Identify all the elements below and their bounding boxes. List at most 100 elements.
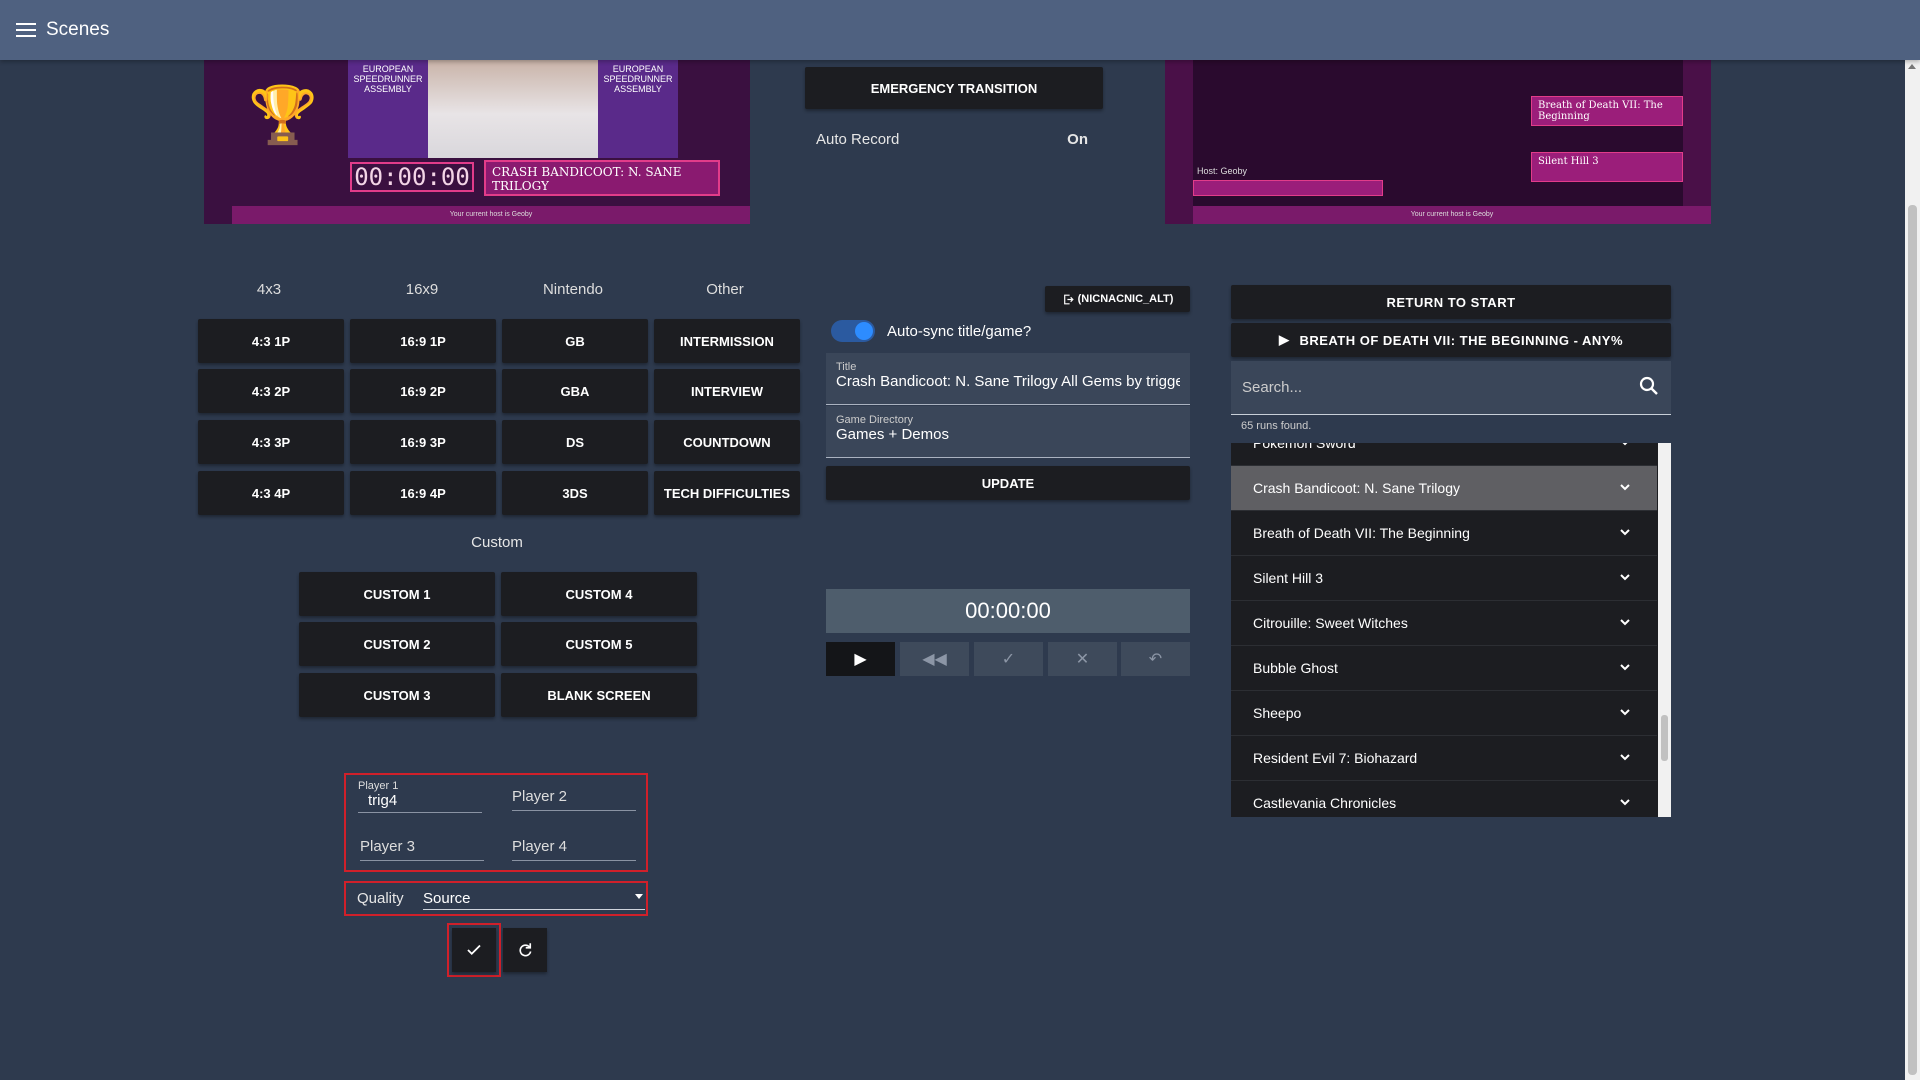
- play-button[interactable]: ▶: [826, 642, 895, 676]
- emergency-transition-button[interactable]: EMERGENCY TRANSITION: [805, 67, 1103, 109]
- preview-run-item: Silent Hill 3: [1531, 152, 1683, 182]
- refresh-icon: [519, 943, 532, 957]
- runs-list-scrollbar[interactable]: [1658, 443, 1671, 817]
- chevron-down-icon: [1620, 574, 1630, 581]
- custom-3-button[interactable]: CUSTOM 3: [299, 673, 495, 717]
- blank-screen-button[interactable]: BLANK SCREEN: [501, 673, 697, 717]
- quality-select[interactable]: Source: [423, 886, 645, 910]
- auto-record-label: Auto Record: [816, 131, 900, 148]
- chevron-down-icon: [1620, 799, 1630, 806]
- preview-program: EUROPEAN SPEEDRUNNER ASSEMBLY EUROPEAN S…: [204, 60, 750, 224]
- list-item[interactable]: Breath of Death VII: The Beginning: [1231, 511, 1657, 556]
- chevron-down-icon: [1620, 484, 1630, 491]
- play-icon: ▶: [1278, 332, 1290, 347]
- column-head-nintendo: Nintendo: [542, 281, 604, 298]
- column-head-16x9: 16x9: [405, 281, 439, 298]
- quality-label: Quality: [357, 890, 404, 907]
- auto-record-value[interactable]: On: [1067, 131, 1088, 148]
- run-timer: 00:00:00: [826, 589, 1190, 633]
- preview-footer: Your current host is Geoby: [232, 206, 750, 224]
- close-icon: ✕: [1075, 651, 1090, 668]
- play-icon: ▶: [854, 651, 867, 668]
- preview-game-title: CRASH BANDICOOT: N. SANE TRILOGY: [484, 160, 720, 196]
- refresh-button[interactable]: [503, 928, 547, 972]
- preview-timer: 00:00:00: [350, 162, 474, 192]
- webcam-feed: [428, 60, 598, 158]
- runs-count: 65 runs found.: [1241, 420, 1312, 432]
- scene-button-gba[interactable]: GBA: [502, 369, 648, 413]
- check-icon: [467, 944, 481, 956]
- player-4-field[interactable]: Player 4: [512, 838, 636, 861]
- rewind-icon: ◀◀: [922, 651, 947, 668]
- column-head-4x3: 4x3: [256, 281, 282, 298]
- player-2-field[interactable]: Player 2: [512, 788, 636, 811]
- scene-button-4x3-2p[interactable]: 4:3 2P: [198, 369, 344, 413]
- custom-5-button[interactable]: CUSTOM 5: [501, 622, 697, 666]
- preview-host: Host: Geoby: [1197, 166, 1248, 176]
- custom-1-button[interactable]: CUSTOM 1: [299, 572, 495, 616]
- player-3-field[interactable]: Player 3: [360, 838, 484, 861]
- finish-button[interactable]: ✓: [974, 642, 1043, 676]
- scene-button-ds[interactable]: DS: [502, 420, 648, 464]
- current-run-button[interactable]: ▶ BREATH OF DEATH VII: THE BEGINNING - A…: [1231, 323, 1671, 357]
- scene-button-gb[interactable]: GB: [502, 319, 648, 363]
- logout-icon: [1063, 294, 1074, 304]
- scene-button-16x9-1p[interactable]: 16:9 1P: [350, 319, 496, 363]
- player-1-field[interactable]: Player 1 trig4: [358, 780, 482, 813]
- preview-bar: [1193, 180, 1383, 196]
- search-icon[interactable]: [1637, 374, 1661, 398]
- list-item[interactable]: Crash Bandicoot: N. Sane Trilogy: [1231, 466, 1657, 511]
- page-title: Scenes: [46, 19, 110, 40]
- check-icon: ✓: [1001, 651, 1016, 668]
- scene-button-16x9-4p[interactable]: 16:9 4P: [350, 471, 496, 515]
- chevron-down-icon: [1622, 443, 1628, 446]
- chevron-down-icon: [1620, 664, 1630, 671]
- update-button[interactable]: UPDATE: [826, 466, 1190, 500]
- runs-list: Pokemon Sword Crash Bandicoot: N. Sane T…: [1231, 443, 1671, 817]
- list-item[interactable]: Bubble Ghost: [1231, 646, 1657, 691]
- list-item[interactable]: Silent Hill 3: [1231, 556, 1657, 601]
- column-head-other: Other: [706, 281, 744, 298]
- game-directory-field[interactable]: Game Directory Games + Demos: [826, 406, 1190, 458]
- page-scrollbar[interactable]: [1905, 60, 1920, 1080]
- menu-icon[interactable]: [16, 23, 36, 37]
- preview-banner-left: EUROPEAN SPEEDRUNNER ASSEMBLY: [348, 60, 428, 158]
- list-item[interactable]: Castlevania Chronicles: [1231, 781, 1657, 817]
- rewind-button[interactable]: ◀◀: [900, 642, 969, 676]
- app-bar: Scenes: [0, 0, 1920, 60]
- scene-button-4x3-4p[interactable]: 4:3 4P: [198, 471, 344, 515]
- confirm-button[interactable]: [452, 928, 496, 972]
- return-to-start-button[interactable]: RETURN TO START: [1231, 285, 1671, 319]
- auto-record-row: Auto Record On: [816, 131, 1088, 148]
- list-item[interactable]: Sheepo: [1231, 691, 1657, 736]
- scene-button-3ds[interactable]: 3DS: [502, 471, 648, 515]
- chevron-down-icon: [1620, 619, 1630, 626]
- autosync-toggle[interactable]: [831, 320, 875, 342]
- title-field[interactable]: Title Crash Bandicoot: N. Sane Trilogy A…: [826, 353, 1190, 405]
- undo-icon: ↶: [1148, 651, 1163, 668]
- scene-button-intermission[interactable]: INTERMISSION: [654, 319, 800, 363]
- scene-button-4x3-3p[interactable]: 4:3 3P: [198, 420, 344, 464]
- preview-banner-right: EUROPEAN SPEEDRUNNER ASSEMBLY: [598, 60, 678, 158]
- list-item[interactable]: Resident Evil 7: Biohazard: [1231, 736, 1657, 781]
- list-item[interactable]: Citrouille: Sweet Witches: [1231, 601, 1657, 646]
- search-field[interactable]: Search...: [1231, 361, 1671, 415]
- undo-button[interactable]: ↶: [1121, 642, 1190, 676]
- trophy-icon: 🏆: [248, 83, 318, 146]
- preview-next: Breath of Death VII: The Beginning Silen…: [1165, 60, 1711, 224]
- account-chip[interactable]: (NICNACNIC_ALT): [1045, 286, 1190, 312]
- cancel-button[interactable]: ✕: [1048, 642, 1117, 676]
- custom-heading: Custom: [471, 534, 523, 551]
- scene-button-tech-difficulties[interactable]: TECH DIFFICULTIES: [654, 471, 800, 515]
- autosync-label: Auto-sync title/game?: [887, 323, 1032, 340]
- custom-4-button[interactable]: CUSTOM 4: [501, 572, 697, 616]
- scene-button-countdown[interactable]: COUNTDOWN: [654, 420, 800, 464]
- scene-button-16x9-3p[interactable]: 16:9 3P: [350, 420, 496, 464]
- list-item[interactable]: Pokemon Sword: [1231, 443, 1657, 466]
- scene-button-interview[interactable]: INTERVIEW: [654, 369, 800, 413]
- custom-2-button[interactable]: CUSTOM 2: [299, 622, 495, 666]
- chevron-down-icon: [1620, 709, 1630, 716]
- scene-button-4x3-1p[interactable]: 4:3 1P: [198, 319, 344, 363]
- scene-button-16x9-2p[interactable]: 16:9 2P: [350, 369, 496, 413]
- chevron-down-icon: [1620, 529, 1630, 536]
